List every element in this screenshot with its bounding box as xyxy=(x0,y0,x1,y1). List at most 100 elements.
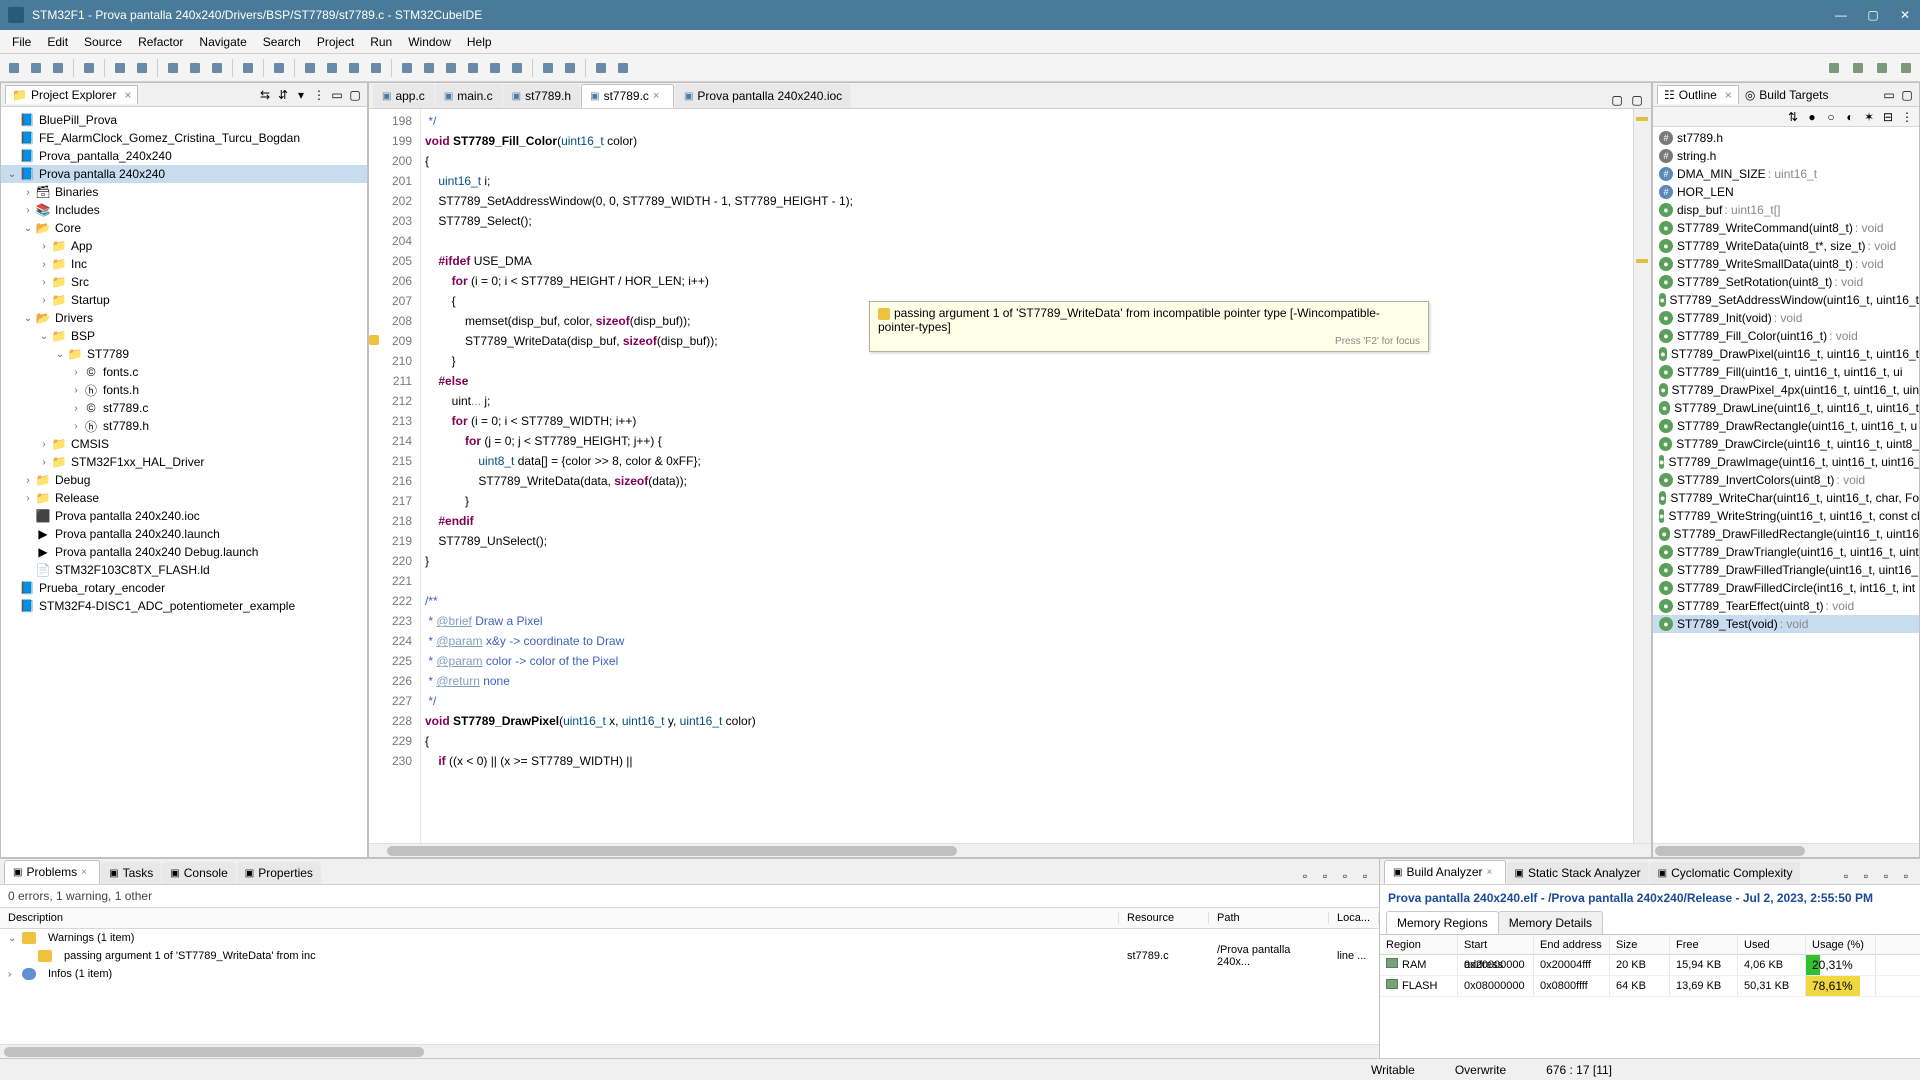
debug-perspective-icon[interactable] xyxy=(1896,58,1916,78)
problem-row[interactable]: ⌄Warnings (1 item) xyxy=(0,929,1379,947)
col-header[interactable]: Region xyxy=(1380,935,1458,955)
tree-item[interactable]: 📘STM32F4-DISC1_ADC_potentiometer_example xyxy=(1,597,367,615)
maximize-button[interactable]: ▢ xyxy=(1866,8,1880,22)
col-header[interactable]: Usage (%) xyxy=(1806,935,1876,955)
outline-item[interactable]: ●ST7789_WriteChar(uint16_t, uint16_t, ch… xyxy=(1653,489,1919,507)
analyzer-tab[interactable]: ▣Cyclomatic Complexity xyxy=(1650,862,1801,884)
maximize-icon[interactable]: ▫ xyxy=(1357,868,1373,884)
hide-nonpublic-icon[interactable]: ◐ xyxy=(1842,109,1858,125)
col-description[interactable]: Description xyxy=(0,912,1119,924)
close-button[interactable]: ✕ xyxy=(1898,8,1912,22)
minimize-icon[interactable]: ▭ xyxy=(1881,87,1897,103)
tree-item[interactable]: 📘BluePill_Prova xyxy=(1,111,367,129)
menu-icon[interactable]: ▫ xyxy=(1858,868,1874,884)
outline-item[interactable]: ●ST7789_WriteSmallData(uint8_t) : void xyxy=(1653,255,1919,273)
outline-item[interactable]: ●ST7789_WriteString(uint16_t, uint16_t, … xyxy=(1653,507,1919,525)
sort-icon[interactable]: ⇅ xyxy=(1785,109,1801,125)
tree-toggle-icon[interactable]: ⌄ xyxy=(37,331,51,342)
bottom-tab-problems[interactable]: ▣Problems× xyxy=(4,860,100,884)
outline-item[interactable]: ●disp_buf : uint16_t[] xyxy=(1653,201,1919,219)
minimize-button[interactable]: — xyxy=(1834,8,1848,22)
analyzer-tab[interactable]: ▣Static Stack Analyzer xyxy=(1507,862,1649,884)
build-targets-tab[interactable]: ◎ Build Targets xyxy=(1739,86,1835,104)
close-icon[interactable]: × xyxy=(1725,88,1732,102)
analyzer-tab[interactable]: ▣Build Analyzer× xyxy=(1384,860,1506,884)
outline-item[interactable]: ●ST7789_Fill_Color(uint16_t) : void xyxy=(1653,327,1919,345)
restore-icon[interactable]: ▢ xyxy=(1609,92,1625,108)
memory-row[interactable]: FLASH0x080000000x0800ffff64 KB13,69 KB50… xyxy=(1380,976,1920,997)
pin-icon[interactable] xyxy=(463,58,483,78)
tree-item[interactable]: 📘Prueba_rotary_encoder xyxy=(1,579,367,597)
outline-item[interactable]: ●ST7789_DrawPixel(uint16_t, uint16_t, ui… xyxy=(1653,345,1919,363)
tree-item[interactable]: 📄STM32F103C8TX_FLASH.ld xyxy=(1,561,367,579)
stop-icon[interactable] xyxy=(207,58,227,78)
outline-item[interactable]: ●ST7789_DrawPixel_4px(uint16_t, uint16_t… xyxy=(1653,381,1919,399)
run-icon[interactable] xyxy=(163,58,183,78)
memory-subtab[interactable]: Memory Regions xyxy=(1386,911,1499,934)
tree-item[interactable]: ›ⓗst7789.h xyxy=(1,417,367,435)
filter-icon[interactable]: ▾ xyxy=(293,87,309,103)
outline-list[interactable]: #st7789.h#string.h#DMA_MIN_SIZE : uint16… xyxy=(1653,127,1919,843)
menu-icon[interactable]: ▫ xyxy=(1317,868,1333,884)
c-perspective-icon[interactable] xyxy=(1872,58,1892,78)
tree-toggle-icon[interactable]: › xyxy=(69,403,83,414)
bottom-tab-properties[interactable]: ▣Properties xyxy=(237,862,321,884)
tree-toggle-icon[interactable]: › xyxy=(21,493,35,504)
editor-tab[interactable]: ▣st7789.c× xyxy=(581,84,674,108)
maximize-icon[interactable]: ▢ xyxy=(1629,92,1645,108)
tree-toggle-icon[interactable]: › xyxy=(21,205,35,216)
tree-item[interactable]: ▶Prova pantalla 240x240.launch xyxy=(1,525,367,543)
outline-item[interactable]: ●ST7789_DrawRectangle(uint16_t, uint16_t… xyxy=(1653,417,1919,435)
tree-toggle-icon[interactable]: › xyxy=(37,277,51,288)
outline-item[interactable]: ●ST7789_DrawFilledRectangle(uint16_t, ui… xyxy=(1653,525,1919,543)
minimize-icon[interactable]: ▭ xyxy=(329,87,345,103)
tree-item[interactable]: ›📁Src xyxy=(1,273,367,291)
align-icon[interactable] xyxy=(507,58,527,78)
view-menu-icon[interactable]: ⋮ xyxy=(311,87,327,103)
tree-toggle-icon[interactable]: ⌄ xyxy=(53,349,67,360)
tree-item[interactable]: ›🗃Binaries xyxy=(1,183,367,201)
memory-row[interactable]: RAM0x200000000x20004fff20 KB15,94 KB4,06… xyxy=(1380,955,1920,976)
menu-navigate[interactable]: Navigate xyxy=(191,33,254,51)
problems-hscroll[interactable] xyxy=(0,1044,1379,1058)
tree-toggle-icon[interactable]: › xyxy=(21,187,35,198)
tree-item[interactable]: ⌄📂Core xyxy=(1,219,367,237)
col-header[interactable]: End address xyxy=(1534,935,1610,955)
menu-window[interactable]: Window xyxy=(400,33,459,51)
menu-refactor[interactable]: Refactor xyxy=(130,33,191,51)
outline-tab[interactable]: ☷ Outline × xyxy=(1657,85,1739,104)
tree-item[interactable]: ›ⓗfonts.h xyxy=(1,381,367,399)
problems-body[interactable]: ⌄Warnings (1 item)passing argument 1 of … xyxy=(0,929,1379,1044)
outline-item[interactable]: ●ST7789_TearEffect(uint8_t) : void xyxy=(1653,597,1919,615)
stepover-icon[interactable] xyxy=(322,58,342,78)
search-tool-icon[interactable] xyxy=(1824,58,1844,78)
toggle-icon[interactable]: ⌄ xyxy=(8,933,22,944)
outline-item[interactable]: ●ST7789_Fill(uint16_t, uint16_t, uint16_… xyxy=(1653,363,1919,381)
code-area[interactable]: */void ST7789_Fill_Color(uint16_t color)… xyxy=(421,109,1633,843)
debug-cfg-icon[interactable] xyxy=(110,58,130,78)
outline-item[interactable]: ●ST7789_InvertColors(uint8_t) : void xyxy=(1653,471,1919,489)
tree-item[interactable]: ›📁CMSIS xyxy=(1,435,367,453)
outline-item[interactable]: ●ST7789_DrawFilledTriangle(uint16_t, uin… xyxy=(1653,561,1919,579)
maximize-icon[interactable]: ▫ xyxy=(1898,868,1914,884)
tree-item[interactable]: 📘FE_AlarmClock_Gomez_Cristina_Turcu_Bogd… xyxy=(1,129,367,147)
save-icon[interactable] xyxy=(26,58,46,78)
back-icon[interactable] xyxy=(538,58,558,78)
tree-item[interactable]: ⬛Prova pantalla 240x240.ioc xyxy=(1,507,367,525)
outline-item[interactable]: ●ST7789_DrawLine(uint16_t, uint16_t, uin… xyxy=(1653,399,1919,417)
outline-item[interactable]: ●ST7789_DrawTriangle(uint16_t, uint16_t,… xyxy=(1653,543,1919,561)
tree-toggle-icon[interactable]: › xyxy=(37,439,51,450)
outline-item[interactable]: ●ST7789_SetAddressWindow(uint16_t, uint1… xyxy=(1653,291,1919,309)
stepout-icon[interactable] xyxy=(366,58,386,78)
debug-icon[interactable] xyxy=(185,58,205,78)
tree-item[interactable]: 📘Prova_pantalla_240x240 xyxy=(1,147,367,165)
project-tree[interactable]: 📘BluePill_Prova📘FE_AlarmClock_Gomez_Cris… xyxy=(1,107,367,857)
col-header[interactable]: Free xyxy=(1670,935,1738,955)
filter-icon[interactable]: ▫ xyxy=(1297,868,1313,884)
tree-toggle-icon[interactable]: › xyxy=(69,385,83,396)
hide-static-icon[interactable]: ○ xyxy=(1823,109,1839,125)
outline-item[interactable]: #string.h xyxy=(1653,147,1919,165)
menu-source[interactable]: Source xyxy=(76,33,130,51)
tree-item[interactable]: ›📁App xyxy=(1,237,367,255)
tree-toggle-icon[interactable]: › xyxy=(21,475,35,486)
